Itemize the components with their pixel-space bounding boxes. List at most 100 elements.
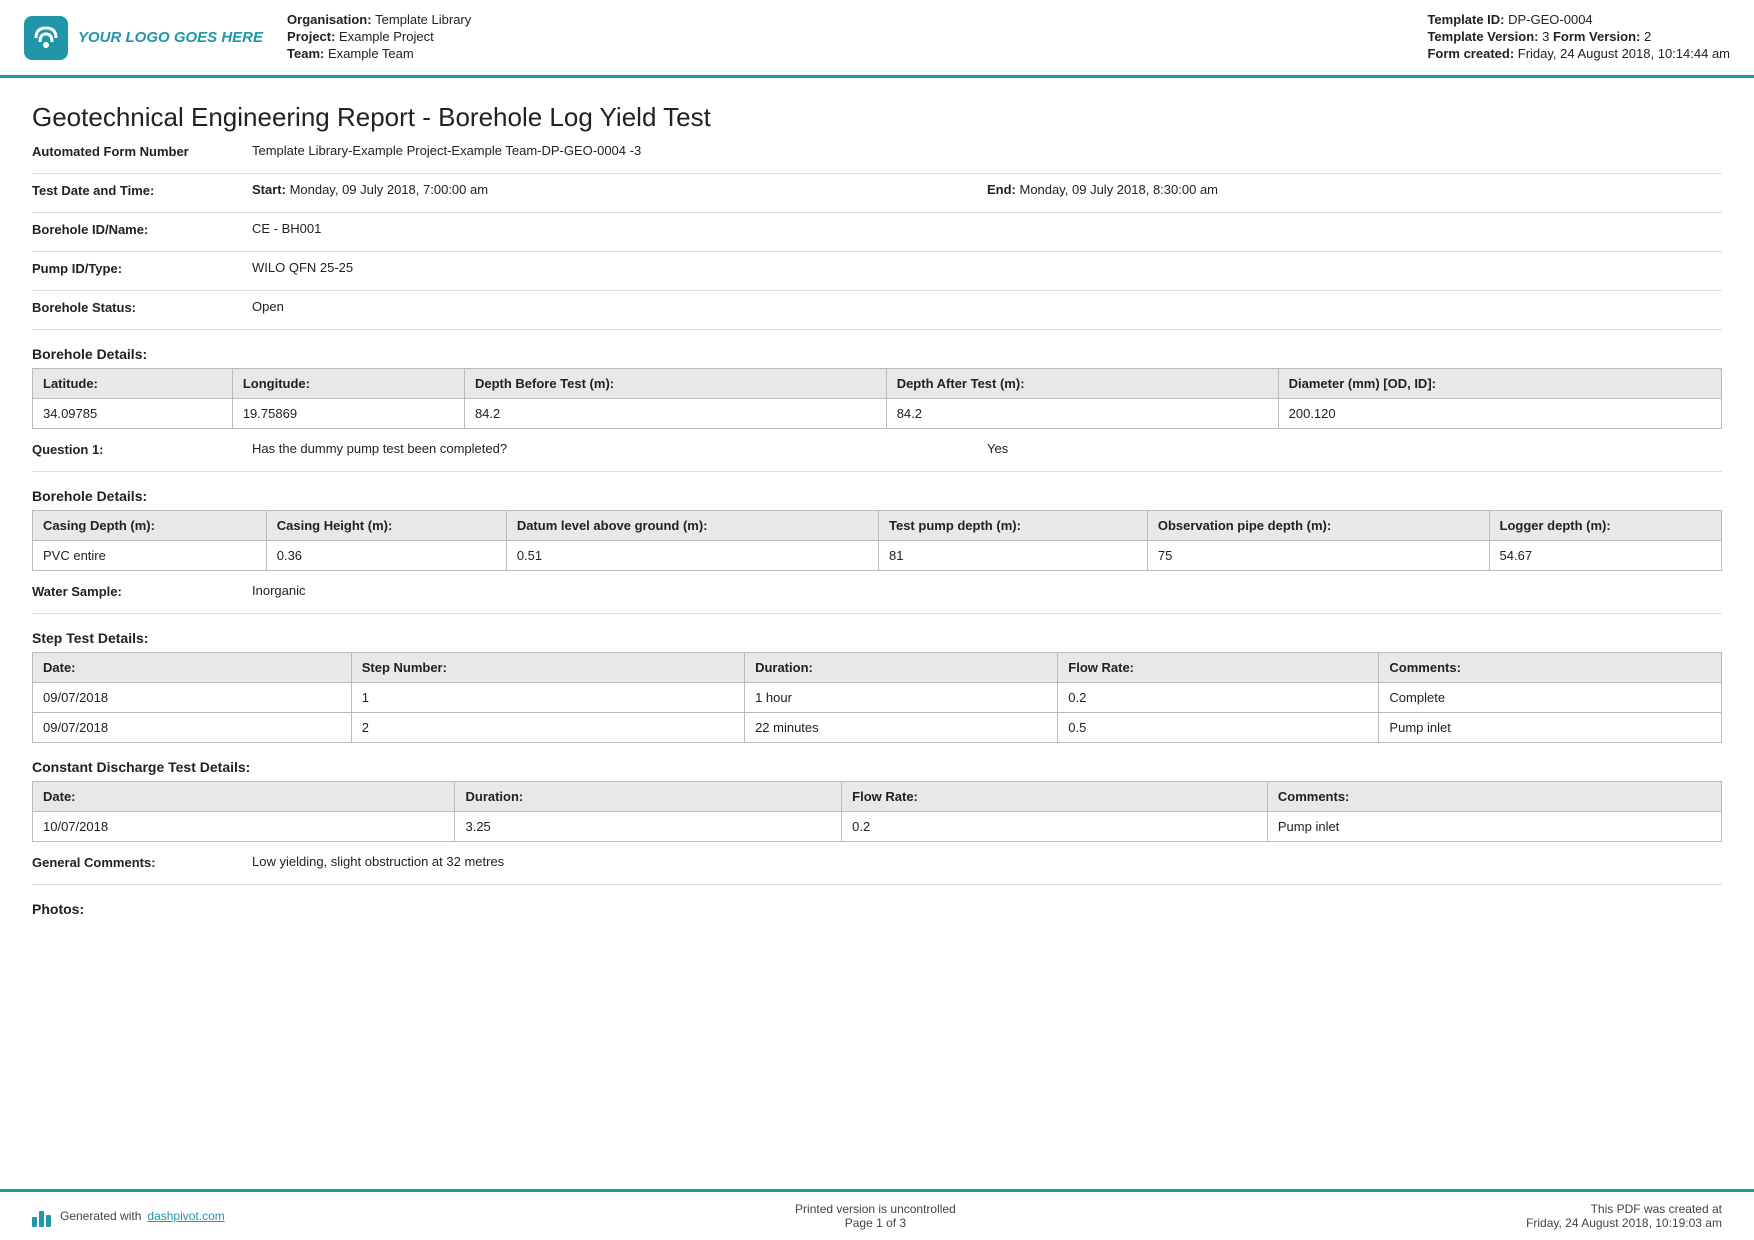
col-latitude: Latitude: [33,369,233,399]
footer-page-info: Page 1 of 3 [795,1216,956,1230]
automated-form-value: Template Library-Example Project-Example… [252,143,1722,158]
header-right: Template ID: DP-GEO-0004 Template Versio… [1427,12,1730,63]
step-test-table: Date: Step Number: Duration: Flow Rate: … [32,652,1722,743]
table-cell: 0.36 [266,541,506,571]
table-cell: 0.5 [1058,713,1379,743]
table-cell: 09/07/2018 [33,683,352,713]
col-step-number: Step Number: [351,653,744,683]
borehole-details-2-table: Casing Depth (m): Casing Height (m): Dat… [32,510,1722,571]
footer-pdf-created: This PDF was created at [1526,1202,1722,1216]
borehole-id-label: Borehole ID/Name: [32,221,252,237]
table-cell: 84.2 [886,399,1278,429]
pump-id-row: Pump ID/Type: WILO QFN 25-25 [32,260,1722,282]
constant-discharge-table: Date: Duration: Flow Rate: Comments: 10/… [32,781,1722,842]
table-cell: 0.2 [1058,683,1379,713]
borehole-id-row: Borehole ID/Name: CE - BH001 [32,221,1722,243]
table-cell: 0.2 [842,812,1268,842]
pump-id-label: Pump ID/Type: [32,260,252,276]
question1-answer: Yes [987,441,1722,456]
photos-title: Photos: [32,901,1722,917]
table-cell: Complete [1379,683,1722,713]
table-cell: 2 [351,713,744,743]
table-cell: 34.09785 [33,399,233,429]
question1-row: Question 1: Has the dummy pump test been… [32,441,1722,463]
col-step-date: Date: [33,653,352,683]
borehole-details-1-table: Latitude: Longitude: Depth Before Test (… [32,368,1722,429]
question1-text: Has the dummy pump test been completed? [252,441,987,456]
form-created-value: Friday, 24 August 2018, 10:14:44 am [1518,46,1730,61]
footer-pdf-date: Friday, 24 August 2018, 10:19:03 am [1526,1216,1722,1230]
col-depth-before: Depth Before Test (m): [464,369,886,399]
project-label: Project: [287,29,339,44]
col-longitude: Longitude: [232,369,464,399]
bar2 [39,1211,44,1227]
team-value: Example Team [328,46,414,61]
form-created-label: Form created: [1427,46,1517,61]
water-sample-row: Water Sample: Inorganic [32,583,1722,605]
water-sample-label: Water Sample: [32,583,252,599]
col-depth-after: Depth After Test (m): [886,369,1278,399]
step-test-title: Step Test Details: [32,630,1722,646]
main-content: Geotechnical Engineering Report - Boreho… [0,78,1754,1003]
table-cell: 1 [351,683,744,713]
general-comments-value: Low yielding, slight obstruction at 32 m… [252,854,1722,869]
footer-generated-text: Generated with [60,1209,141,1223]
template-version-value: 3 [1542,29,1553,44]
table-cell: Pump inlet [1267,812,1721,842]
team-label: Team: [287,46,328,61]
table-cell: 3.25 [455,812,842,842]
table-cell: 1 hour [745,683,1058,713]
col-datum-level: Datum level above ground (m): [506,511,878,541]
template-id-label: Template ID: [1427,12,1508,27]
page-header: YOUR LOGO GOES HERE Organisation: Templa… [0,0,1754,78]
form-version-label: Form Version: [1553,29,1644,44]
borehole-status-label: Borehole Status: [32,299,252,315]
constant-discharge-title: Constant Discharge Test Details: [32,759,1722,775]
logo-icon [24,16,68,60]
footer-center: Printed version is uncontrolled Page 1 o… [795,1202,956,1230]
test-date-row: Test Date and Time: Start: Monday, 09 Ju… [32,182,1722,204]
borehole-id-value: CE - BH001 [252,221,1722,236]
col-logger-depth: Logger depth (m): [1489,511,1721,541]
table-cell: 0.51 [506,541,878,571]
test-date-end: End: Monday, 09 July 2018, 8:30:00 am [987,182,1722,197]
bar1 [32,1217,37,1227]
table-cell: 81 [879,541,1148,571]
table-cell: 54.67 [1489,541,1721,571]
logo-area: YOUR LOGO GOES HERE [24,12,263,63]
footer-logo-icon [32,1205,54,1227]
col-cd-duration: Duration: [455,782,842,812]
table-cell: PVC entire [33,541,267,571]
col-obs-pipe-depth: Observation pipe depth (m): [1147,511,1489,541]
test-date-start: Start: Monday, 09 July 2018, 7:00:00 am [252,182,987,197]
table-cell: Pump inlet [1379,713,1722,743]
footer-right: This PDF was created at Friday, 24 Augus… [1526,1202,1722,1230]
automated-form-label: Automated Form Number [32,143,252,159]
org-value: Template Library [375,12,471,27]
water-sample-value: Inorganic [252,583,1722,598]
borehole-status-row: Borehole Status: Open [32,299,1722,321]
form-version-value: 2 [1644,29,1651,44]
col-step-duration: Duration: [745,653,1058,683]
table-cell: 19.75869 [232,399,464,429]
borehole-status-value: Open [252,299,1722,314]
org-label: Organisation: [287,12,375,27]
col-casing-height: Casing Height (m): [266,511,506,541]
borehole-details-1-title: Borehole Details: [32,346,1722,362]
table-cell: 10/07/2018 [33,812,455,842]
col-step-comments: Comments: [1379,653,1722,683]
col-test-pump-depth: Test pump depth (m): [879,511,1148,541]
col-cd-flow-rate: Flow Rate: [842,782,1268,812]
footer-left: Generated with dashpivot.com [32,1205,225,1227]
template-id-value: DP-GEO-0004 [1508,12,1593,27]
template-version-label: Template Version: [1427,29,1542,44]
borehole-details-2-title: Borehole Details: [32,488,1722,504]
general-comments-row: General Comments: Low yielding, slight o… [32,854,1722,876]
col-casing-depth: Casing Depth (m): [33,511,267,541]
table-cell: 84.2 [464,399,886,429]
footer-link[interactable]: dashpivot.com [147,1209,224,1223]
page-footer: Generated with dashpivot.com Printed ver… [0,1189,1754,1240]
col-step-flow-rate: Flow Rate: [1058,653,1379,683]
col-diameter: Diameter (mm) [OD, ID]: [1278,369,1721,399]
table-cell: 09/07/2018 [33,713,352,743]
